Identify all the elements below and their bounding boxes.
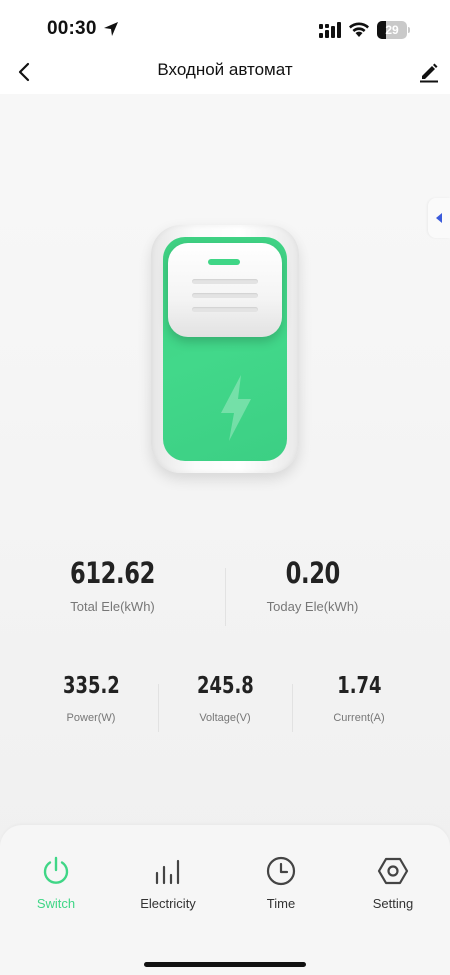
total-energy-value: 612.62 xyxy=(70,556,155,590)
lightning-bolt-icon xyxy=(221,375,251,441)
voltage-label: Voltage(V) xyxy=(199,712,251,724)
power-value: 335.2 xyxy=(62,673,120,699)
battery-icon: 29 xyxy=(377,21,411,39)
grip-line xyxy=(192,307,258,312)
edit-button[interactable] xyxy=(415,58,443,86)
bottom-tab-bar: Switch Electricity Time Setting xyxy=(0,825,450,975)
bar-chart-icon xyxy=(155,859,180,885)
tab-label: Time xyxy=(266,896,296,911)
power-stat: 335.2 Power(W) xyxy=(24,673,158,724)
tab-time[interactable]: Time xyxy=(225,855,337,919)
hexagon-settings-icon xyxy=(377,857,409,885)
total-energy-stat: 612.62 Total Ele(kWh) xyxy=(0,556,225,614)
nav-bar: Входной автомат xyxy=(0,58,450,94)
grip-line xyxy=(192,279,258,284)
voltage-stat: 245.8 Voltage(V) xyxy=(158,673,292,724)
current-stat: 1.74 Current(A) xyxy=(292,673,426,724)
home-indicator xyxy=(144,962,306,967)
triangle-left-icon xyxy=(436,213,442,223)
app-screen: 00:30 29 Входной автомат 612.62 Total El… xyxy=(0,0,450,975)
breaker-toggle-cap xyxy=(168,243,282,337)
current-label: Current(A) xyxy=(333,712,385,724)
tab-label: Electricity xyxy=(140,896,196,911)
location-arrow-icon xyxy=(104,22,118,36)
status-bar: 00:30 29 xyxy=(0,0,450,58)
today-energy-value: 0.20 xyxy=(285,556,340,590)
power-icon xyxy=(43,856,69,884)
breaker-switch[interactable] xyxy=(151,225,299,473)
grip-line xyxy=(192,293,258,298)
tab-electricity[interactable]: Electricity xyxy=(112,855,224,919)
wifi-icon xyxy=(349,22,369,37)
clock-icon xyxy=(266,856,296,886)
today-energy-label: Today Ele(kWh) xyxy=(266,599,359,614)
page-title: Входной автомат xyxy=(157,60,293,79)
cellular-signal-icon xyxy=(319,22,341,38)
status-led xyxy=(208,259,240,265)
side-panel-toggle[interactable] xyxy=(428,198,450,238)
current-value: 1.74 xyxy=(336,673,382,699)
voltage-value: 245.8 xyxy=(196,673,254,699)
status-time: 00:30 xyxy=(47,18,97,39)
tab-label: Setting xyxy=(372,896,414,911)
pencil-icon xyxy=(420,63,438,83)
total-energy-label: Total Ele(kWh) xyxy=(70,599,155,614)
power-label: Power(W) xyxy=(66,712,116,724)
today-energy-stat: 0.20 Today Ele(kWh) xyxy=(200,556,425,614)
tab-switch[interactable]: Switch xyxy=(0,855,112,919)
tab-setting[interactable]: Setting xyxy=(337,855,449,919)
battery-level: 29 xyxy=(385,23,399,37)
tab-label: Switch xyxy=(36,896,76,911)
